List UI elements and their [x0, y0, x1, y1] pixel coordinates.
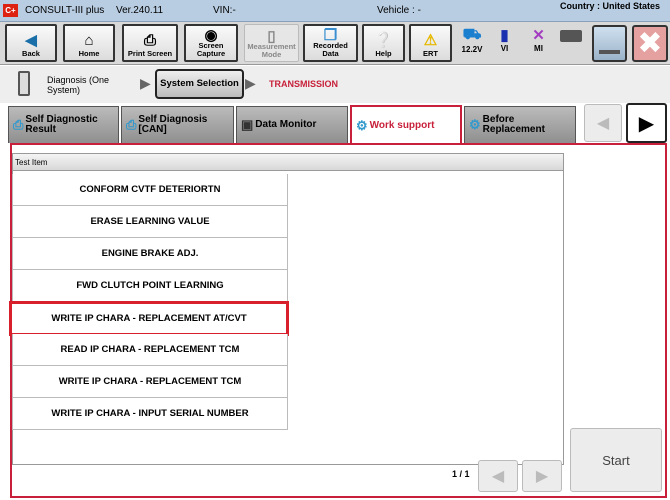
chevron-right-icon: ▶ — [638, 112, 655, 135]
battery-voltage-status: ⛟ 12.2V — [457, 26, 487, 54]
app-name: CONSULT-III plus — [25, 5, 105, 16]
mi-x-icon: ✕ — [532, 27, 545, 44]
table-row[interactable]: READ IP CHARA - REPLACEMENT TCM — [12, 334, 288, 366]
vi-status: ▮ VI — [492, 26, 517, 53]
table-row[interactable]: WRITE IP CHARA - INPUT SERIAL NUMBER — [12, 398, 288, 430]
row-label: WRITE IP CHARA - REPLACEMENT TCM — [58, 376, 242, 387]
recorded-data-button[interactable]: ❐ Recorded Data — [303, 24, 358, 62]
device-icon — [18, 71, 30, 96]
system-selection-button[interactable]: System Selection — [155, 69, 244, 99]
row-label: ERASE LEARNING VALUE — [90, 216, 210, 227]
vehicle: Vehicle : - — [377, 5, 421, 16]
capture-label: Screen Capture — [196, 41, 226, 58]
ert-button[interactable]: ⚠ ERT — [409, 24, 452, 62]
chevron-left-icon: ◀ — [491, 468, 505, 485]
tab-label: Self Diagnosis [CAN] — [138, 114, 208, 135]
tab-label: Before Replacement — [482, 114, 545, 135]
diagnostic-icon: ⎙ — [13, 117, 24, 132]
tab-before-replacement[interactable]: ⚙ Before Replacement — [464, 106, 576, 143]
minimize-button[interactable] — [592, 25, 627, 62]
start-button[interactable]: Start — [570, 428, 662, 492]
measurement-label: Measurement Mode — [247, 42, 296, 59]
row-label: FWD CLUTCH POINT LEARNING — [76, 280, 224, 291]
row-label: WRITE IP CHARA - INPUT SERIAL NUMBER — [51, 408, 249, 419]
table-row[interactable]: FWD CLUTCH POINT LEARNING — [12, 270, 288, 302]
row-label: READ IP CHARA - REPLACEMENT TCM — [60, 344, 240, 355]
header-test-item: Test Item — [15, 158, 48, 167]
battery-icon — [560, 30, 582, 42]
table-row[interactable]: ENGINE BRAKE ADJ. — [12, 238, 288, 270]
work-support-icon: ⚙ — [356, 117, 368, 133]
table-row[interactable]: ERASE LEARNING VALUE — [12, 206, 288, 238]
home-button[interactable]: ⌂ Home — [63, 24, 115, 62]
close-button[interactable]: ✖ — [632, 25, 668, 62]
measurement-mode-button[interactable]: ▯ Measurement Mode — [244, 24, 299, 62]
breadcrumb: Diagnosis (One System) ▶ System Selectio… — [0, 66, 670, 103]
back-arrow-icon: ◀ — [25, 32, 37, 49]
app-logo: C+ — [3, 4, 18, 17]
minimize-icon — [599, 50, 620, 54]
mi-status: ✕ MI — [526, 26, 551, 53]
back-button[interactable]: ◀ Back — [5, 24, 57, 62]
tab-next-button[interactable]: ▶ — [626, 103, 667, 143]
title-bar: C+ CONSULT-III plus Ver.240.11 VIN:- Veh… — [0, 0, 670, 22]
mi-label: MI — [534, 44, 543, 53]
start-label: Start — [602, 452, 630, 468]
back-label: Back — [22, 49, 40, 58]
country: Country : United States — [560, 1, 661, 11]
chevron-right-icon: ▶ — [245, 75, 256, 91]
tab-self-diagnosis-can[interactable]: ⎙ Self Diagnosis [CAN] — [121, 106, 234, 143]
print-screen-button[interactable]: ⎙ Print Screen — [122, 24, 178, 62]
home-label: Home — [78, 49, 100, 58]
car-icon: ⛟ — [462, 26, 482, 43]
help-icon: ❔ — [374, 32, 393, 49]
chevron-left-icon: ◀ — [596, 115, 610, 132]
table-row[interactable]: WRITE IP CHARA - REPLACEMENT AT/CVT — [9, 301, 289, 336]
tab-label: Data Monitor — [255, 119, 317, 130]
help-label: Help — [375, 49, 392, 58]
close-icon: ✖ — [637, 27, 663, 60]
vi-icon: ▮ — [500, 27, 509, 44]
tab-label: Self Diagnostic Result — [25, 114, 98, 135]
tab-self-diagnostic-result[interactable]: ⎙ Self Diagnostic Result — [8, 106, 119, 143]
page-next-button[interactable]: ▶ — [522, 460, 562, 492]
table-row[interactable]: WRITE IP CHARA - REPLACEMENT TCM — [12, 366, 288, 398]
ert-label: ERT — [423, 49, 438, 58]
printer-icon: ⎙ — [143, 32, 156, 49]
chevron-right-icon: ▶ — [535, 468, 549, 485]
help-button[interactable]: ❔ Help — [362, 24, 405, 62]
row-label: CONFORM CVTF DETERIORTN — [79, 184, 221, 195]
breadcrumb-current: TRANSMISSION — [269, 79, 339, 89]
warning-icon: ⚠ — [423, 32, 438, 49]
tab-work-support[interactable]: ⚙ Work support — [350, 105, 462, 144]
home-icon: ⌂ — [84, 32, 94, 49]
page-prev-button[interactable]: ◀ — [478, 460, 518, 492]
tab-label: Work support — [369, 119, 435, 131]
chevron-right-icon: ▶ — [140, 75, 151, 91]
table-row[interactable]: CONFORM CVTF DETERIORTN — [12, 174, 288, 206]
voltage-label: 12.2V — [461, 45, 483, 54]
row-label: WRITE IP CHARA - REPLACEMENT AT/CVT — [51, 313, 247, 324]
tab-data-monitor[interactable]: ▣ Data Monitor — [236, 106, 348, 143]
replacement-icon: ⚙ — [469, 117, 481, 132]
screen-capture-button[interactable]: ◉ Screen Capture — [184, 24, 238, 62]
recorded-label: Recorded Data — [313, 41, 348, 58]
toolbar: ◀ Back ⌂ Home ⎙ Print Screen ◉ Screen Captur… — [0, 22, 670, 65]
tab-prev-button[interactable]: ◀ — [584, 104, 622, 142]
vi-label: VI — [500, 44, 509, 53]
app-version: Ver.240.11 — [116, 5, 164, 16]
vin: VIN:- — [213, 5, 236, 16]
system-selection-label: System Selection — [160, 78, 239, 89]
table-header: Test Item — [12, 153, 564, 171]
page-indicator: 1 / 1 — [452, 469, 470, 479]
row-label: ENGINE BRAKE ADJ. — [101, 248, 199, 259]
monitor-icon: ▣ — [241, 117, 254, 132]
print-label: Print Screen — [127, 49, 173, 58]
breadcrumb-diagnosis[interactable]: Diagnosis (One System) — [47, 75, 127, 95]
diagnostic-icon: ⎙ — [126, 117, 137, 132]
